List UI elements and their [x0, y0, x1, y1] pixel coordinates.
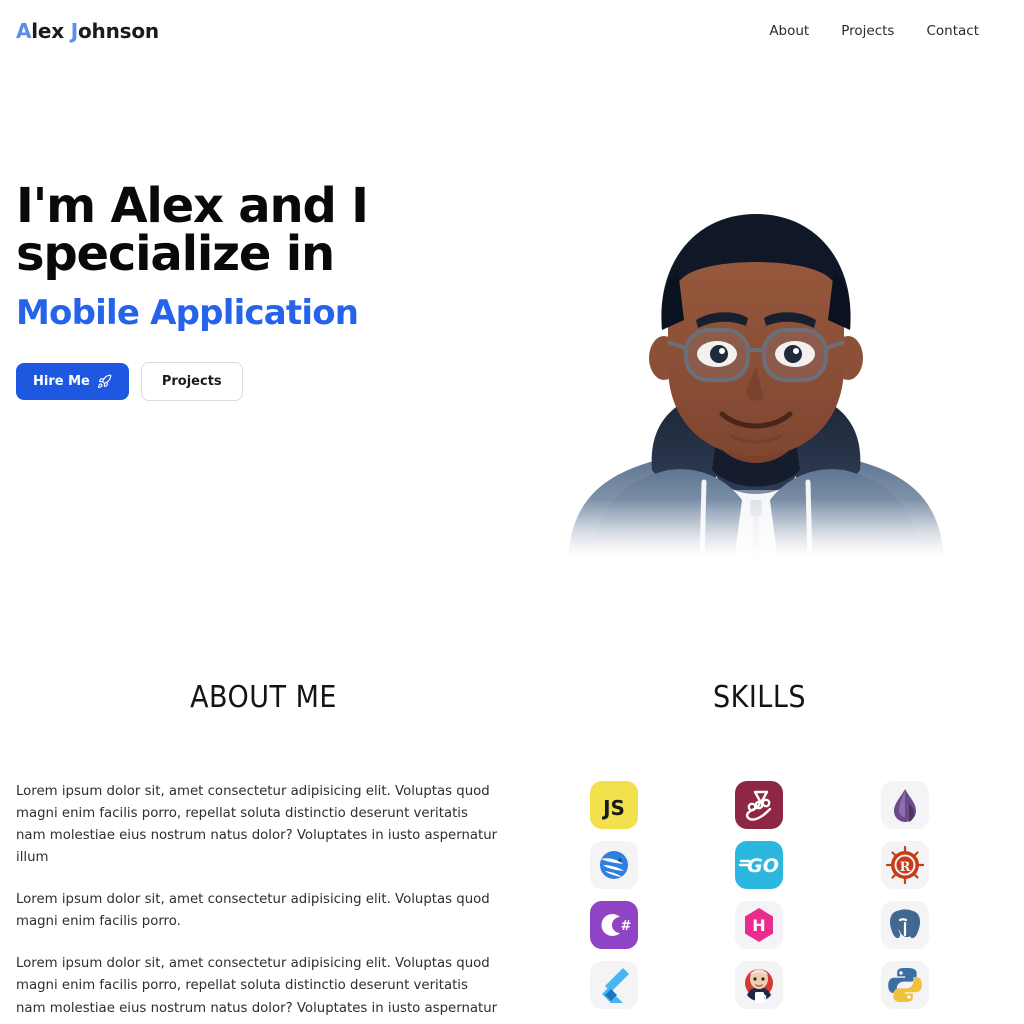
- hire-me-label: Hire Me: [33, 373, 90, 389]
- lower-sections: ABOUT ME Lorem ipsum dolor sit, amet con…: [0, 562, 1024, 1024]
- logo-accent-j: J: [70, 19, 79, 43]
- rocket-icon: [97, 374, 112, 389]
- skills-grid: JS GO R # H: [511, 781, 1008, 1009]
- hero-subtitle: Mobile Application: [16, 293, 359, 333]
- logo-text-ohnson: ohnson: [78, 19, 159, 43]
- hire-me-button[interactable]: Hire Me: [16, 362, 129, 400]
- avatar: [556, 170, 956, 562]
- hero-title: I'm Alex and I specialize in: [16, 182, 536, 278]
- hero-section: I'm Alex and I specialize in Mobile Appl…: [0, 62, 1024, 562]
- hero-actions: Hire Me Projects: [16, 361, 536, 401]
- javascript-icon[interactable]: JS: [589, 781, 638, 829]
- nav-link-projects[interactable]: Projects: [841, 23, 894, 39]
- about-section: ABOUT ME Lorem ipsum dolor sit, amet con…: [16, 562, 511, 1024]
- nav-link-about[interactable]: About: [769, 23, 809, 39]
- go-icon[interactable]: GO: [735, 841, 784, 889]
- elixir-icon[interactable]: [881, 781, 930, 829]
- alchemy-icon[interactable]: [735, 781, 784, 829]
- svg-text:R: R: [900, 860, 911, 875]
- hero-copy: I'm Alex and I specialize in Mobile Appl…: [16, 182, 536, 401]
- main-nav: About Projects Contact: [769, 23, 979, 39]
- flutter-icon[interactable]: [589, 961, 638, 1009]
- svg-text:H: H: [753, 916, 766, 935]
- skills-title: SKILLS: [713, 680, 806, 715]
- jenkins-icon[interactable]: [735, 961, 784, 1009]
- nav-link-contact[interactable]: Contact: [926, 23, 979, 39]
- skills-section: SKILLS JS GO R # H: [511, 562, 1008, 1024]
- logo-text-lex: lex: [31, 19, 71, 43]
- rust-icon[interactable]: R: [881, 841, 930, 889]
- about-paragraph: Lorem ipsum dolor sit, amet consectetur …: [16, 956, 498, 1024]
- python-icon[interactable]: [881, 961, 930, 1009]
- about-body: Lorem ipsum dolor sit, amet consectetur …: [16, 781, 511, 1024]
- svg-text:#: #: [620, 919, 631, 934]
- svg-text:GO: GO: [748, 855, 780, 877]
- site-logo[interactable]: Alex Johnson: [16, 19, 159, 43]
- postgresql-icon[interactable]: [881, 901, 930, 949]
- svg-text:JS: JS: [601, 796, 625, 820]
- about-title: ABOUT ME: [190, 680, 337, 715]
- csharp-icon[interactable]: #: [589, 901, 638, 949]
- hero-title-line-1: I'm Alex and I: [16, 178, 369, 234]
- hero-title-line-2: specialize in: [16, 226, 335, 282]
- hack-icon[interactable]: H: [735, 901, 784, 949]
- logo-accent-a: A: [16, 19, 32, 43]
- kali-linux-icon[interactable]: [589, 841, 638, 889]
- about-paragraph: Lorem ipsum dolor sit, amet consectetur …: [16, 892, 490, 930]
- site-header: Alex Johnson About Projects Contact: [0, 0, 1024, 62]
- about-paragraph: Lorem ipsum dolor sit, amet consectetur …: [16, 784, 498, 866]
- projects-button[interactable]: Projects: [140, 361, 243, 401]
